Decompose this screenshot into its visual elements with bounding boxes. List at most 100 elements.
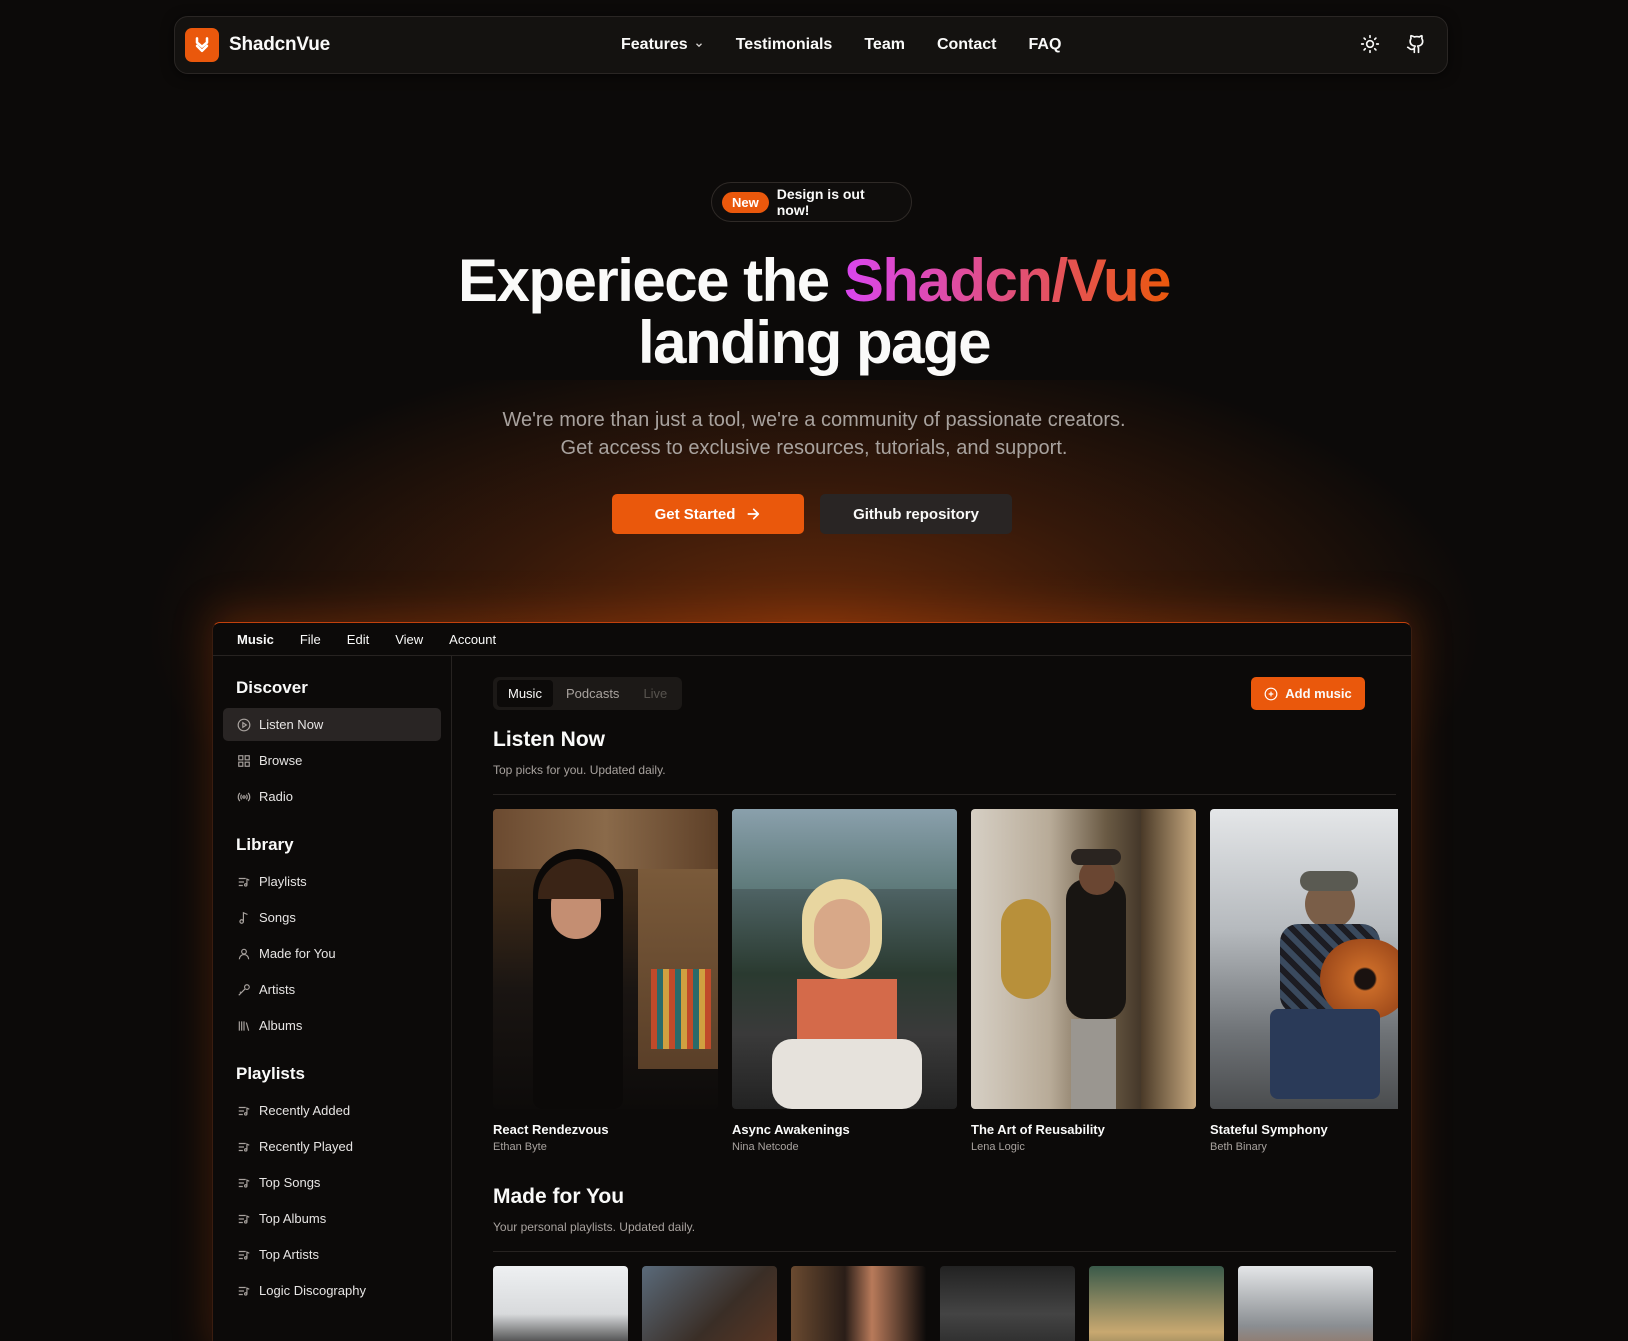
album-card[interactable]: React Rendezvous Ethan Byte: [493, 809, 718, 1153]
playlist-cover[interactable]: [1238, 1266, 1373, 1341]
playlist-cover[interactable]: [940, 1266, 1075, 1341]
playlist-cover[interactable]: [642, 1266, 777, 1341]
made-for-you-subtitle: Your personal playlists. Updated daily.: [493, 1220, 696, 1234]
menubar: Music File Edit View Account: [213, 623, 1411, 656]
sidebar-item-songs[interactable]: Songs: [223, 901, 441, 934]
album-list: React Rendezvous Ethan Byte Async Awaken…: [493, 809, 1398, 1153]
menu-music[interactable]: Music: [237, 632, 274, 647]
sidebar-item-made-for-you[interactable]: Made for You: [223, 937, 441, 970]
chevron-down-icon: [695, 43, 702, 48]
sidebar-item-top-artists[interactable]: Top Artists: [223, 1238, 441, 1271]
sidebar-item-label: Recently Added: [259, 1103, 351, 1118]
hero-subtitle-line2: Get access to exclusive resources, tutor…: [560, 437, 1068, 459]
album-cover[interactable]: [1210, 809, 1398, 1109]
sidebar-item-label: Artists: [259, 982, 296, 997]
list-music-icon: [238, 1250, 250, 1260]
sidebar-item-playlists[interactable]: Playlists: [223, 865, 441, 898]
sidebar-discover-title: Discover: [236, 678, 308, 697]
tab-music[interactable]: Music: [497, 680, 553, 707]
brand-name: ShadcnVue: [229, 34, 330, 55]
album-title: React Rendezvous: [493, 1122, 609, 1137]
sidebar-item-recently-added[interactable]: Recently Added: [223, 1094, 441, 1127]
menu-view[interactable]: View: [395, 632, 423, 647]
hero-title: Experiece the Shadcn/Vue landing page: [0, 250, 1628, 374]
nav-team[interactable]: Team: [864, 36, 905, 54]
add-music-label: Add music: [1285, 686, 1352, 701]
listen-now-title: Listen Now: [493, 728, 606, 751]
nav-features[interactable]: Features: [621, 36, 704, 54]
list-music-icon: [238, 1178, 250, 1188]
sidebar-item-top-songs[interactable]: Top Songs: [223, 1166, 441, 1199]
sidebar-item-label: Listen Now: [259, 717, 324, 732]
album-artist: Nina Netcode: [732, 1141, 799, 1153]
list-music-icon: [238, 1142, 250, 1152]
menu-edit[interactable]: Edit: [347, 632, 369, 647]
album-artist: Beth Binary: [1210, 1141, 1267, 1153]
list-music-icon: [238, 1106, 250, 1116]
main-content: Music Podcasts Live Add music Listen Now…: [483, 656, 1398, 1341]
listen-now-subtitle: Top picks for you. Updated daily.: [493, 763, 666, 777]
announcement-badge[interactable]: New Design is out now!: [711, 182, 912, 222]
playlist-cover[interactable]: [493, 1266, 628, 1341]
sidebar-item-label: Recently Played: [259, 1139, 353, 1154]
music-note-icon: [239, 911, 248, 924]
playlist-cover[interactable]: [791, 1266, 926, 1341]
album-card[interactable]: Stateful Symphony Beth Binary: [1210, 809, 1398, 1153]
sidebar-item-label: Playlists: [259, 874, 307, 889]
album-cover[interactable]: [732, 809, 957, 1109]
menu-account[interactable]: Account: [449, 632, 496, 647]
nav-testimonials[interactable]: Testimonials: [736, 36, 833, 54]
sidebar-library-title: Library: [236, 835, 294, 854]
sidebar-item-albums[interactable]: Albums: [223, 1009, 441, 1042]
microphone-icon: [238, 983, 250, 996]
album-card[interactable]: The Art of Reusability Lena Logic: [971, 809, 1196, 1153]
play-circle-icon: [237, 718, 251, 731]
hero-subtitle: We're more than just a tool, we're a com…: [0, 406, 1628, 462]
sidebar-item-logic-discography[interactable]: Logic Discography: [223, 1274, 441, 1307]
playlist-cover[interactable]: [1089, 1266, 1224, 1341]
menu-file[interactable]: File: [300, 632, 321, 647]
sidebar-item-label: Top Songs: [259, 1175, 321, 1190]
list-music-icon: [238, 877, 250, 887]
tabs: Music Podcasts Live: [493, 677, 683, 710]
tab-live[interactable]: Live: [632, 680, 678, 707]
sidebar-item-artists[interactable]: Artists: [223, 973, 441, 1006]
app-preview: Music File Edit View Account Discover Li…: [212, 622, 1412, 1341]
brand[interactable]: ShadcnVue: [185, 28, 330, 62]
sidebar-item-top-albums[interactable]: Top Albums: [223, 1202, 441, 1235]
github-icon[interactable]: [1405, 33, 1427, 55]
sun-icon[interactable]: [1359, 33, 1381, 55]
get-started-label: Get Started: [654, 505, 736, 523]
album-cover[interactable]: [493, 809, 718, 1109]
navbar: ShadcnVue Features Testimonials Team Con…: [174, 16, 1448, 74]
album-card[interactable]: Async Awakenings Nina Netcode: [732, 809, 957, 1153]
add-music-button[interactable]: Add music: [1251, 677, 1365, 710]
nav-features-label: Features: [621, 36, 688, 53]
sidebar-item-listen-now[interactable]: Listen Now: [223, 708, 441, 741]
hero-subtitle-line1: We're more than just a tool, we're a com…: [502, 409, 1126, 431]
hero-title-part1: Experiece the: [457, 247, 844, 314]
github-repository-button[interactable]: Github repository: [820, 494, 1012, 534]
nav-faq[interactable]: FAQ: [1029, 36, 1062, 54]
user-icon: [238, 948, 250, 959]
library-icon: [238, 1020, 250, 1031]
sidebar-item-radio[interactable]: Radio: [223, 780, 441, 813]
get-started-button[interactable]: Get Started: [612, 494, 804, 534]
arrow-right-icon: [747, 508, 760, 520]
badge-text: Design is out now!: [776, 186, 865, 218]
album-title: Async Awakenings: [732, 1122, 850, 1137]
album-cover[interactable]: [971, 809, 1196, 1109]
hero-title-gradient: Shadcn/Vue: [843, 247, 1172, 314]
sidebar-item-label: Browse: [259, 753, 303, 768]
divider: [493, 1251, 1396, 1252]
sidebar-item-label: Radio: [259, 789, 293, 804]
sidebar-item-label: Top Albums: [259, 1211, 327, 1226]
hero-title-part2: landing page: [637, 309, 992, 376]
tab-podcasts[interactable]: Podcasts: [555, 680, 630, 707]
made-for-you-title: Made for You: [493, 1185, 625, 1208]
sidebar-item-label: Logic Discography: [259, 1283, 366, 1298]
sidebar-item-recently-played[interactable]: Recently Played: [223, 1130, 441, 1163]
nav-contact[interactable]: Contact: [937, 36, 997, 54]
list-music-icon: [238, 1286, 250, 1296]
sidebar-item-browse[interactable]: Browse: [223, 744, 441, 777]
